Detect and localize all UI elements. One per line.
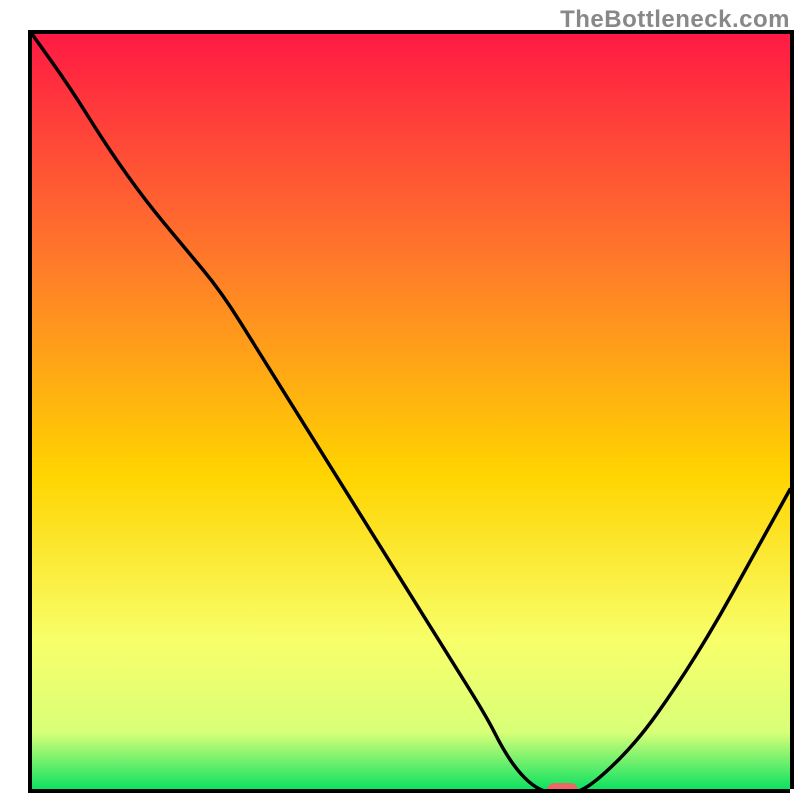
plot-frame xyxy=(28,34,790,793)
chart-container: TheBottleneck.com xyxy=(0,0,800,800)
